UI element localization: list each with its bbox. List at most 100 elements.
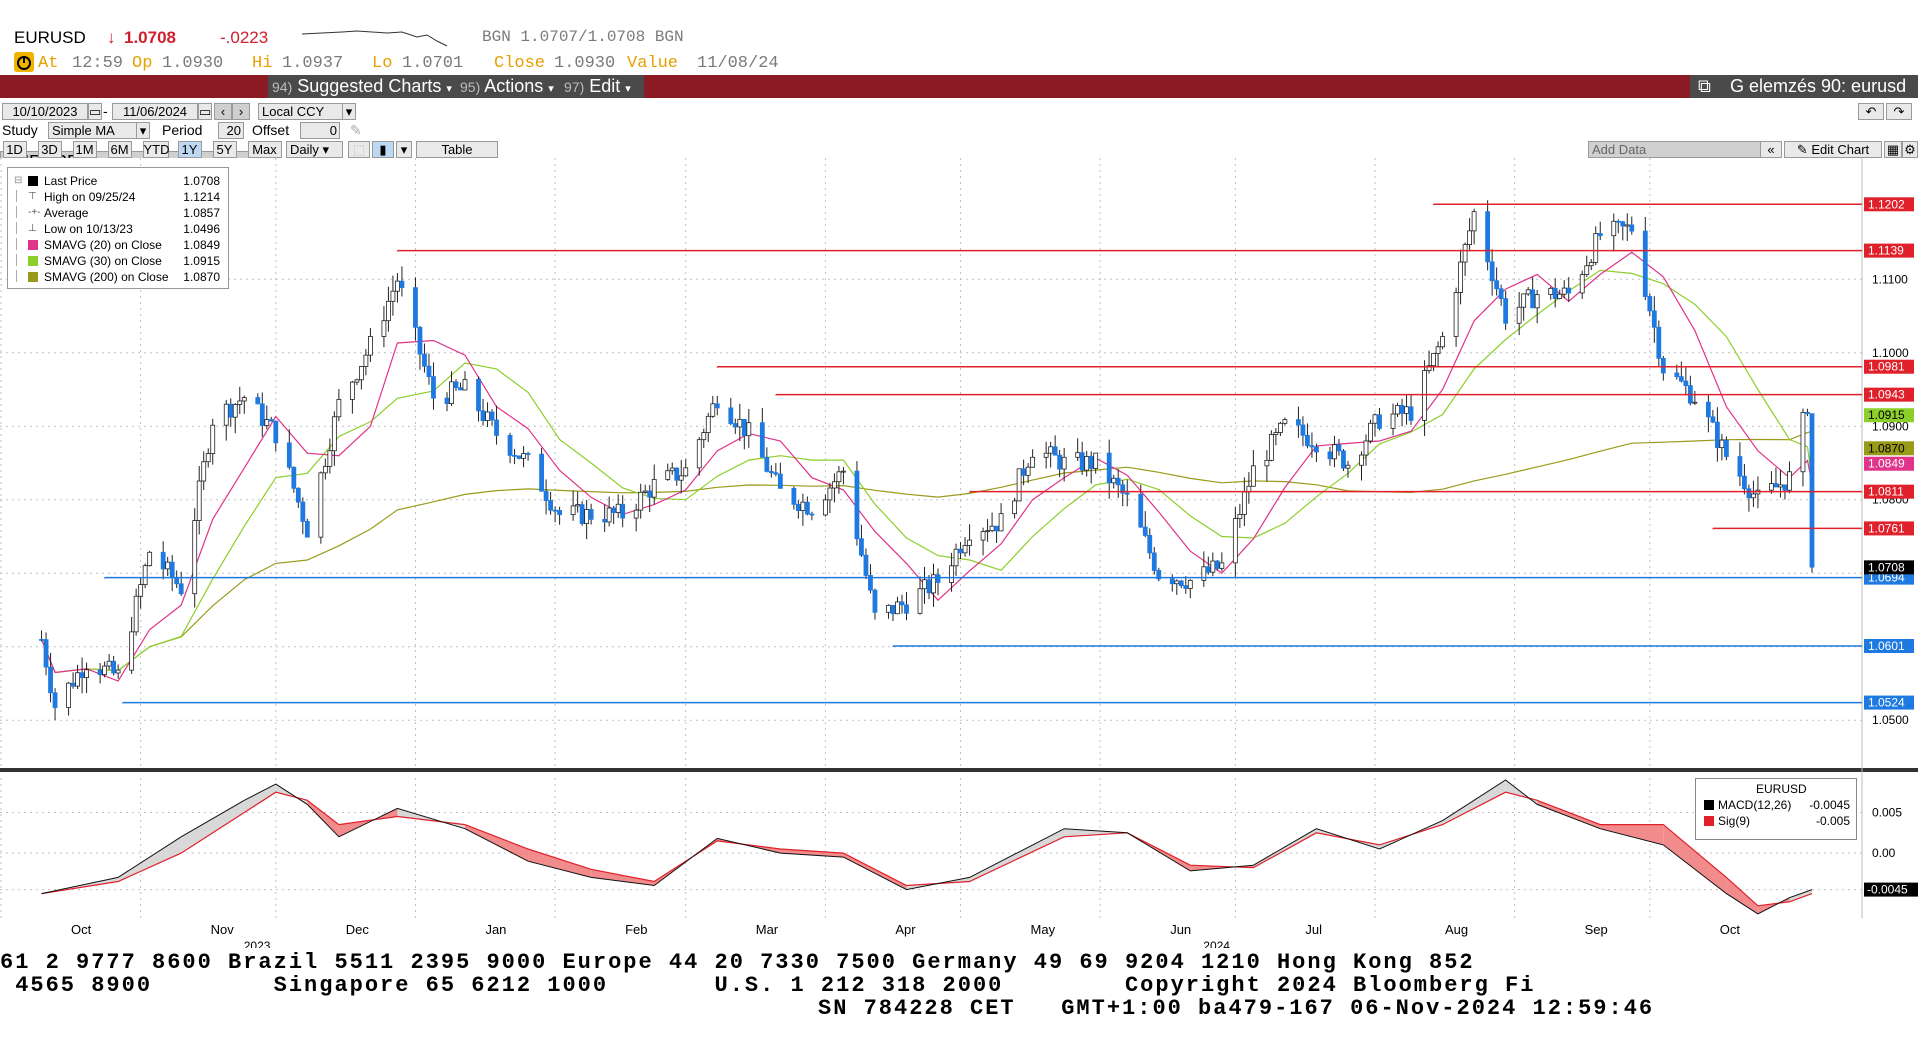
candle xyxy=(300,501,306,522)
candle xyxy=(1345,464,1351,469)
legend-value: 1.0915 xyxy=(183,254,220,268)
macd-fill xyxy=(1789,889,1812,902)
range-1y[interactable]: 1Y xyxy=(177,141,202,158)
candle xyxy=(1368,422,1373,442)
candle xyxy=(1651,310,1657,328)
clock-icon xyxy=(14,52,34,77)
range-1m[interactable]: 1M xyxy=(72,141,97,158)
external-link-icon[interactable]: ⧉ xyxy=(1698,75,1711,98)
study-select[interactable]: Simple MA xyxy=(48,122,141,139)
chevron-down-icon[interactable]: ▾ xyxy=(396,141,412,158)
candle xyxy=(1336,444,1342,452)
next-arrow-icon[interactable]: › xyxy=(232,103,250,120)
candle xyxy=(651,479,657,498)
pencil-icon[interactable]: ✎ xyxy=(350,122,362,138)
range-ytd[interactable]: YTD xyxy=(142,141,170,158)
end-date-field[interactable]: 11/06/2024 xyxy=(112,103,198,120)
edit-chart-button[interactable]: ✎ Edit Chart xyxy=(1784,141,1882,158)
price-level-label: 1.0811 xyxy=(1868,485,1904,499)
chevron-down-icon[interactable]: ▾ xyxy=(136,122,150,139)
candle xyxy=(201,461,207,482)
candle xyxy=(926,579,932,594)
candle xyxy=(322,465,328,474)
candle xyxy=(1471,211,1477,232)
range-3d[interactable]: 3D xyxy=(37,141,62,158)
range-max[interactable]: Max xyxy=(247,141,282,158)
period-input[interactable]: 20 xyxy=(218,122,244,139)
low-value: 1.0701 xyxy=(402,54,464,73)
candle xyxy=(264,419,270,426)
candle xyxy=(809,513,815,516)
candle xyxy=(228,403,234,418)
candle xyxy=(1516,306,1522,324)
actions-menu[interactable]: 95) Actions ▾ xyxy=(456,75,560,98)
legend-item[interactable]: ⊟ Last Price 1.0708 xyxy=(14,174,226,188)
candle xyxy=(304,521,310,538)
legend-item[interactable]: │ -+- Average 1.0857 xyxy=(14,206,226,220)
source-quote: BGN 1.0707/1.0708 BGN xyxy=(482,28,684,46)
candle xyxy=(331,416,337,452)
candle xyxy=(1404,406,1409,414)
actions-num: 95) xyxy=(460,79,481,95)
candle xyxy=(985,530,990,533)
legend-item[interactable]: │ ⊤ High on 09/25/24 1.1214 xyxy=(14,190,226,204)
candle xyxy=(872,589,878,613)
gear-icon[interactable]: ⚙ xyxy=(1902,141,1918,158)
candle xyxy=(1341,450,1346,469)
chart-legend: ⊟ Last Price 1.0708 │ ⊤ High on 09/25/24 1.121… xyxy=(7,167,229,289)
edit-menu[interactable]: 97) Edit ▾ xyxy=(560,75,644,98)
start-date-field[interactable]: 10/10/2023 xyxy=(2,103,88,120)
price-tag-label: 1.0870 xyxy=(1868,441,1905,455)
collapse-icon[interactable]: « xyxy=(1760,141,1782,158)
chart-style-icon[interactable]: ▮ xyxy=(372,141,394,158)
candle xyxy=(273,420,279,444)
period-label: Period xyxy=(162,122,203,138)
candle xyxy=(714,403,720,409)
settings-icon[interactable]: ▦ xyxy=(1884,141,1902,158)
draw-tool-icon[interactable]: ⬚ xyxy=(348,141,370,158)
candle xyxy=(485,411,490,421)
candle xyxy=(633,509,639,519)
legend-item[interactable]: │ SMAVG (200) on Close 1.0870 xyxy=(14,270,226,284)
prev-arrow-icon[interactable]: ‹ xyxy=(214,103,232,120)
candle xyxy=(363,354,369,367)
candle xyxy=(1548,287,1554,296)
at-label: At xyxy=(38,54,59,73)
candle xyxy=(1332,444,1337,460)
legend-item[interactable]: │ SMAVG (20) on Close 1.0849 xyxy=(14,238,226,252)
candle xyxy=(904,604,909,614)
add-data-input[interactable]: Add Data xyxy=(1588,141,1761,158)
candle xyxy=(1489,261,1495,282)
chevron-down-icon[interactable]: ▾ xyxy=(342,103,356,120)
table-button[interactable]: Table xyxy=(416,141,498,158)
undo-icon[interactable]: ↶ xyxy=(1858,103,1884,120)
candle xyxy=(732,423,738,428)
legend-name: SMAVG (30) on Close xyxy=(44,254,162,268)
candle xyxy=(1660,357,1666,374)
range-5y[interactable]: 5Y xyxy=(212,141,237,158)
candle xyxy=(507,435,513,456)
redo-icon[interactable]: ↷ xyxy=(1886,103,1912,120)
frequency-select[interactable]: Daily ▾ xyxy=(286,141,343,158)
candle xyxy=(620,503,626,519)
macd-fill xyxy=(465,824,529,862)
candle xyxy=(165,561,171,570)
candle xyxy=(827,487,833,501)
candle xyxy=(444,397,450,404)
calendar-icon[interactable]: ▭ xyxy=(198,103,212,120)
legend-item[interactable]: │ SMAVG (30) on Close 1.0915 xyxy=(14,254,226,268)
range-1d[interactable]: 1D xyxy=(2,141,27,158)
candle xyxy=(1025,466,1031,476)
currency-select[interactable]: Local CCY xyxy=(258,103,349,120)
candle xyxy=(1624,224,1630,227)
candle xyxy=(584,509,590,524)
candle xyxy=(1584,265,1590,276)
calendar-icon[interactable]: ▭ xyxy=(88,103,102,120)
offset-input[interactable]: 0 xyxy=(300,122,340,139)
candle xyxy=(922,579,927,590)
legend-item[interactable]: │ ⊥ Low on 10/13/23 1.0496 xyxy=(14,222,226,236)
tree-toggle-icon: │ xyxy=(14,191,21,202)
suggested-charts-menu[interactable]: 94) Suggested Charts ▾ xyxy=(268,75,458,98)
last-price: 1.0708 xyxy=(124,28,176,47)
range-6m[interactable]: 6M xyxy=(107,141,132,158)
